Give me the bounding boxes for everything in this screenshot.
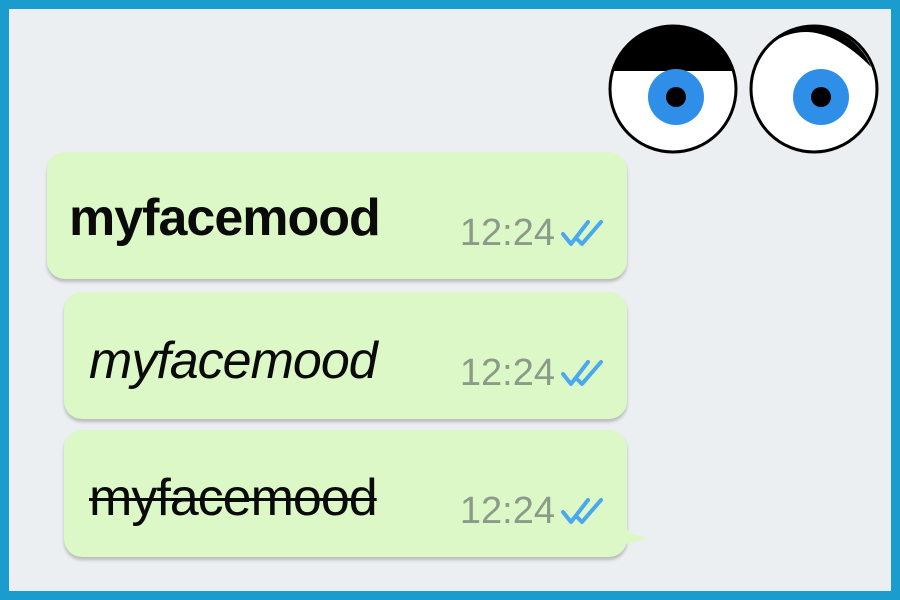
double-check-icon [561,220,603,246]
message-bubble[interactable]: myfacemood 12:24 [64,430,627,557]
eyes-icon [601,17,886,157]
message-text: myfacemood [69,189,381,247]
message-bubble[interactable]: myfacemood 12:24 [47,152,627,279]
message-meta: 12:24 [460,214,605,252]
message-time: 12:24 [459,352,555,394]
message-meta: 12:24 [460,354,605,392]
message-time: 12:24 [459,212,555,254]
message-text: myfacemood [89,469,378,527]
bubble-tail [614,517,648,545]
message-bubble[interactable]: myfacemood 12:24 [64,292,627,419]
double-check-icon [561,498,603,524]
message-meta: 12:24 [460,492,605,530]
double-check-icon [561,360,603,386]
message-time: 12:24 [459,490,555,532]
message-text: myfacemood [89,332,378,390]
chat-window: myfacemood 12:24 myfacemood 12:24 myface… [9,9,891,591]
